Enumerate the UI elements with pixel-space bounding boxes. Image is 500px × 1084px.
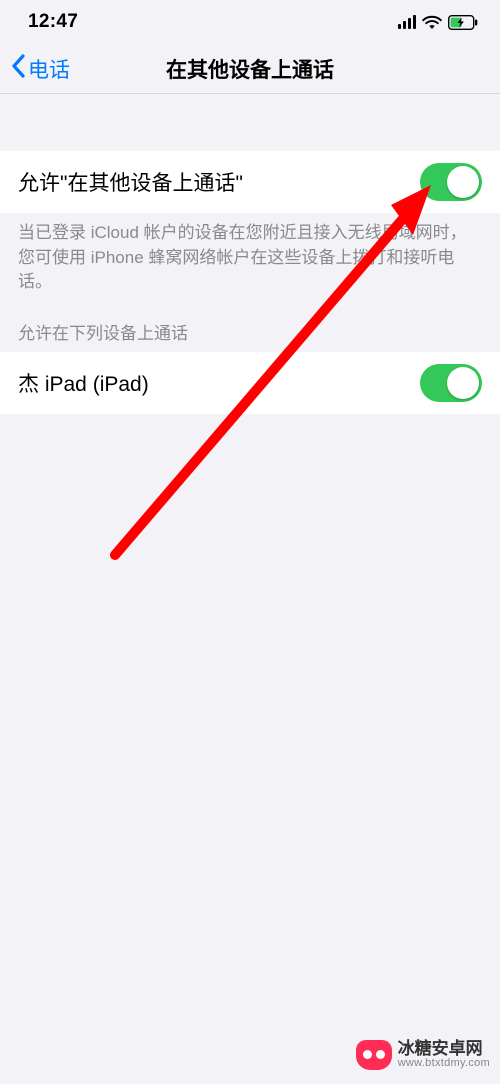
device-row: 杰 iPad (iPad) <box>0 352 500 414</box>
wifi-icon <box>422 15 442 30</box>
allow-calls-toggle[interactable] <box>420 163 482 201</box>
status-bar: 12:47 <box>0 0 500 44</box>
navigation-bar: 电话 在其他设备上通话 <box>0 44 500 94</box>
allow-calls-on-other-devices-row: 允许"在其他设备上通话" <box>0 151 500 213</box>
status-time: 12:47 <box>28 11 78 33</box>
page-title: 在其他设备上通话 <box>0 54 500 84</box>
device-toggle[interactable] <box>420 364 482 402</box>
watermark-url: www.btxtdmy.com <box>398 1058 490 1070</box>
watermark-name: 冰糖安卓网 <box>398 1040 490 1058</box>
back-label: 电话 <box>28 54 70 84</box>
watermark: 冰糖安卓网 www.btxtdmy.com <box>356 1040 490 1070</box>
allow-calls-label: 允许"在其他设备上通话" <box>18 167 243 197</box>
battery-charging-icon <box>448 15 478 30</box>
back-button[interactable]: 电话 <box>0 54 70 84</box>
devices-section-header: 允许在下列设备上通话 <box>0 295 500 352</box>
device-label: 杰 iPad (iPad) <box>18 368 149 398</box>
cellular-signal-icon <box>398 15 417 29</box>
chevron-left-icon <box>10 54 26 84</box>
allow-calls-description: 当已登录 iCloud 帐户的设备在您附近且接入无线局域网时，您可使用 iPho… <box>0 213 500 295</box>
watermark-logo-icon <box>356 1040 392 1070</box>
status-indicators <box>398 15 479 30</box>
